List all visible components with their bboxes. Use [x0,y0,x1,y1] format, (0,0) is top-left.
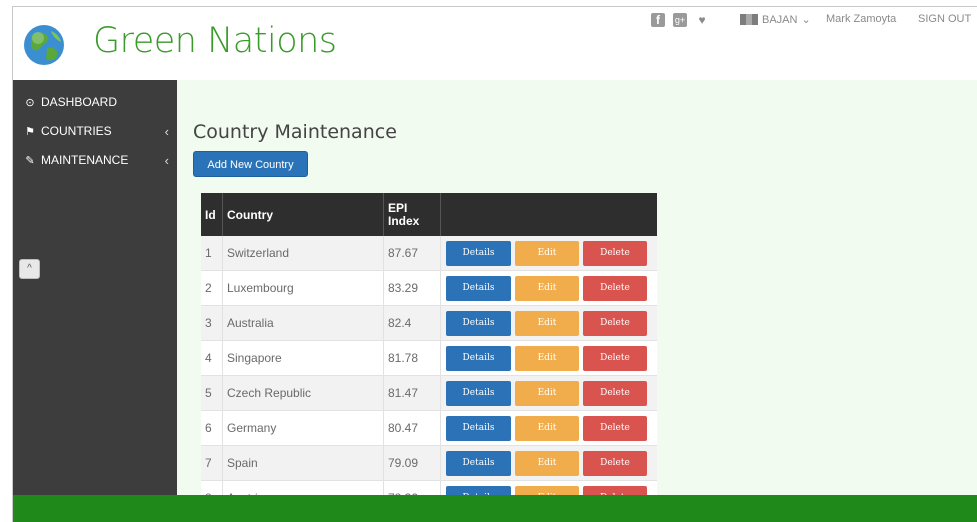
edit-button[interactable]: Edit [515,345,579,371]
chevron-down-icon: ⌄ [801,14,811,26]
delete-button[interactable]: Delete [583,345,647,371]
cell-actions: DetailsEditDelete [441,411,657,445]
details-button[interactable]: Details [446,345,511,371]
cell-epi: 82.4 [384,306,441,340]
delete-button[interactable]: Delete [583,275,647,301]
cell-id: 7 [201,446,223,480]
language-selector[interactable]: BAJAN ⌄ [740,13,811,26]
table-row: 7 Spain 79.09 Details Edit Delete [201,446,657,481]
cell-country: Australia [223,306,384,340]
details-button[interactable]: Details [446,380,511,406]
main-content: Country Maintenance Add New Country Id C… [177,80,977,516]
edit-button[interactable]: Edit [515,450,579,476]
details-button[interactable]: Details [446,415,511,441]
table-header: Id Country EPI Index [201,193,657,236]
edit-button[interactable]: Edit [515,275,579,301]
cell-actions: DetailsEditDelete [441,236,657,270]
flag-icon: ⚑ [25,125,35,138]
cell-epi: 81.78 [384,341,441,375]
cell-actions: DetailsEditDelete [441,341,657,375]
details-button[interactable]: Details [446,310,511,336]
delete-button[interactable]: Delete [583,240,647,266]
table-row: 4 Singapore 81.78 Details Edit Delete [201,341,657,376]
facebook-icon[interactable]: f [651,13,665,27]
cell-epi: 83.29 [384,271,441,305]
sidebar-item-maintenance[interactable]: ✎ MAINTENANCE ‹ [13,148,177,172]
cell-country: Germany [223,411,384,445]
cell-id: 3 [201,306,223,340]
cell-country: Czech Republic [223,376,384,410]
sidebar-item-countries[interactable]: ⚑ COUNTRIES ‹ [13,119,177,143]
column-header-id: Id [201,193,223,236]
cell-id: 2 [201,271,223,305]
cell-actions: DetailsEditDelete [441,446,657,480]
column-header-epi: EPI Index [384,193,441,236]
cell-id: 6 [201,411,223,445]
google-plus-icon[interactable]: g+ [673,13,687,27]
brand-title[interactable]: Green Nations [93,21,337,61]
cell-epi: 87.67 [384,236,441,270]
cell-country: Spain [223,446,384,480]
delete-button[interactable]: Delete [583,380,647,406]
table-row: 5 Czech Republic 81.47 Details Edit Delete [201,376,657,411]
social-links: f g+ ♥ [651,13,709,27]
add-new-country-button[interactable]: Add New Country [193,151,308,177]
delete-button[interactable]: Delete [583,450,647,476]
table-row: 1 Switzerland 87.67 Details Edit Delete [201,236,657,271]
cell-id: 1 [201,236,223,270]
sidebar-item-label: MAINTENANCE [41,153,129,167]
sidebar: ⊙ DASHBOARD ⚑ COUNTRIES ‹ ✎ MAINTENANCE … [13,80,177,495]
table-row: 6 Germany 80.47 Details Edit Delete [201,411,657,446]
edit-button[interactable]: Edit [515,310,579,336]
gauge-icon: ⊙ [25,96,35,109]
column-header-country: Country [223,193,384,236]
table-row: 3 Australia 82.4 Details Edit Delete [201,306,657,341]
cell-id: 4 [201,341,223,375]
cell-country: Luxembourg [223,271,384,305]
details-button[interactable]: Details [446,450,511,476]
twitter-icon[interactable]: ♥ [695,13,709,27]
header: Green Nations f g+ ♥ BAJAN ⌄ Mark Zamoyt… [13,7,977,79]
column-header-actions [441,193,657,236]
sidebar-item-label: DASHBOARD [41,95,118,109]
chevron-up-icon: ^ [27,263,32,274]
details-button[interactable]: Details [446,240,511,266]
globe-logo-icon [24,25,64,65]
app-window: Green Nations f g+ ♥ BAJAN ⌄ Mark Zamoyt… [12,6,977,522]
cell-actions: DetailsEditDelete [441,306,657,340]
edit-button[interactable]: Edit [515,240,579,266]
details-button[interactable]: Details [446,275,511,301]
cell-epi: 80.47 [384,411,441,445]
footer-bar [13,495,977,522]
cell-actions: DetailsEditDelete [441,271,657,305]
edit-button[interactable]: Edit [515,380,579,406]
flag-icon [740,14,758,25]
chevron-left-icon: ‹ [164,152,169,168]
user-name[interactable]: Mark Zamoyta [826,13,896,25]
delete-button[interactable]: Delete [583,415,647,441]
delete-button[interactable]: Delete [583,310,647,336]
sidebar-item-dashboard[interactable]: ⊙ DASHBOARD [13,90,177,114]
sign-out-link[interactable]: SIGN OUT [918,13,971,25]
edit-button[interactable]: Edit [515,415,579,441]
chevron-left-icon: ‹ [164,123,169,139]
cell-id: 5 [201,376,223,410]
table-row: 2 Luxembourg 83.29 Details Edit Delete [201,271,657,306]
table-body: 1 Switzerland 87.67 Details Edit Delete 2 Luxem… [201,236,657,516]
sidebar-item-label: COUNTRIES [41,124,112,138]
cell-epi: 79.09 [384,446,441,480]
wrench-icon: ✎ [25,154,35,167]
collapse-sidebar-button[interactable]: ^ [19,259,40,279]
cell-actions: DetailsEditDelete [441,376,657,410]
page-title: Country Maintenance [193,121,397,143]
cell-country: Switzerland [223,236,384,270]
cell-epi: 81.47 [384,376,441,410]
cell-country: Singapore [223,341,384,375]
language-label: BAJAN [762,13,798,26]
countries-table: Id Country EPI Index 1 Switzerland 87.67 De… [201,193,657,516]
